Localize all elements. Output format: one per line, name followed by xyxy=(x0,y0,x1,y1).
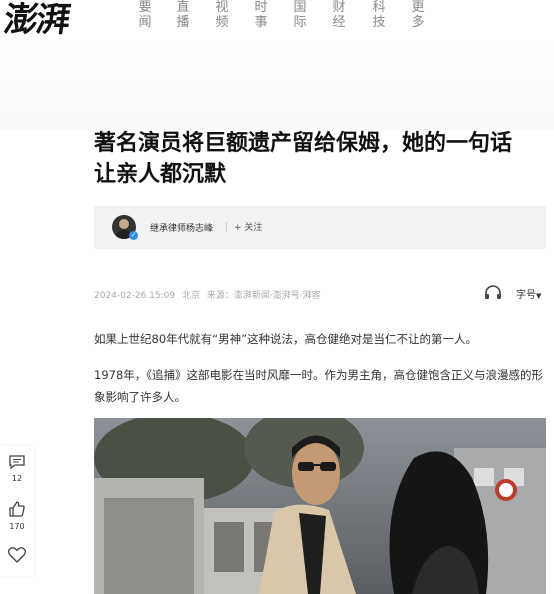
comment-button[interactable]: 12 xyxy=(0,454,34,484)
heart-icon xyxy=(7,547,27,563)
article-title-line-2: 让亲人都沉默 xyxy=(94,162,227,187)
nav-item-video[interactable]: 视频 xyxy=(215,0,229,30)
nav-item-international[interactable]: 国际 xyxy=(293,0,307,30)
article-meta: 2024-02-26 15:09 北京 来源：澎湃新闻·澎湃号·湃客 xyxy=(94,288,325,301)
author-bar: ✓ 继承律师杨志峰 + 关注 xyxy=(94,206,546,249)
thumbs-up-icon xyxy=(9,501,25,517)
comment-icon xyxy=(9,455,25,470)
nav-item-more[interactable]: 更多 xyxy=(411,0,425,30)
site-logo[interactable]: 澎湃 xyxy=(1,0,91,42)
article-title: 著名演员将巨额遗产留给保姆，她的一句话 让亲人都沉默 xyxy=(94,128,546,190)
verified-icon: ✓ xyxy=(129,231,138,240)
article-source: 来源：澎湃新闻·澎湃号·湃客 xyxy=(206,291,321,301)
author-name[interactable]: 继承律师杨志峰 xyxy=(150,221,213,234)
follow-button[interactable]: + 关注 xyxy=(234,220,262,233)
avatar-face xyxy=(119,219,129,229)
font-size-label: 字号 xyxy=(516,290,536,301)
header-background xyxy=(0,40,554,130)
nav-item-news[interactable]: 要闻 xyxy=(138,0,152,30)
article-paragraph: 如果上世纪80年代就有“男神”这种说法，高仓健绝对是当仁不让的第一人。 xyxy=(94,332,478,346)
comment-count: 12 xyxy=(11,474,23,483)
article-title-line-1: 著名演员将巨额遗产留给保姆，她的一句话 xyxy=(94,131,513,156)
caret-down-icon: ▼ xyxy=(536,292,542,300)
headphone-icon[interactable] xyxy=(484,284,502,300)
like-button[interactable]: 170 xyxy=(0,500,34,532)
article-image xyxy=(94,418,546,594)
divider xyxy=(226,222,227,232)
favorite-button[interactable] xyxy=(0,546,34,568)
article-paragraph: 1978年，《追捕》这部电影在当时风靡一时。作为男主角，高仓健饱含正义与浪漫感的… xyxy=(94,368,544,404)
publish-location: 北京 xyxy=(181,291,200,301)
nav-item-tech[interactable]: 科技 xyxy=(372,0,386,30)
nav-item-live[interactable]: 直播 xyxy=(176,0,190,30)
article-image-scene xyxy=(94,418,546,594)
font-size-button[interactable]: 字号▼ xyxy=(516,286,541,301)
nav-item-finance[interactable]: 财经 xyxy=(332,0,346,30)
nav-item-current-affairs[interactable]: 时事 xyxy=(254,0,268,30)
like-count: 170 xyxy=(9,522,25,531)
side-toolbar: 12 170 xyxy=(0,446,34,576)
publish-datetime: 2024-02-26 15:09 xyxy=(94,291,176,301)
